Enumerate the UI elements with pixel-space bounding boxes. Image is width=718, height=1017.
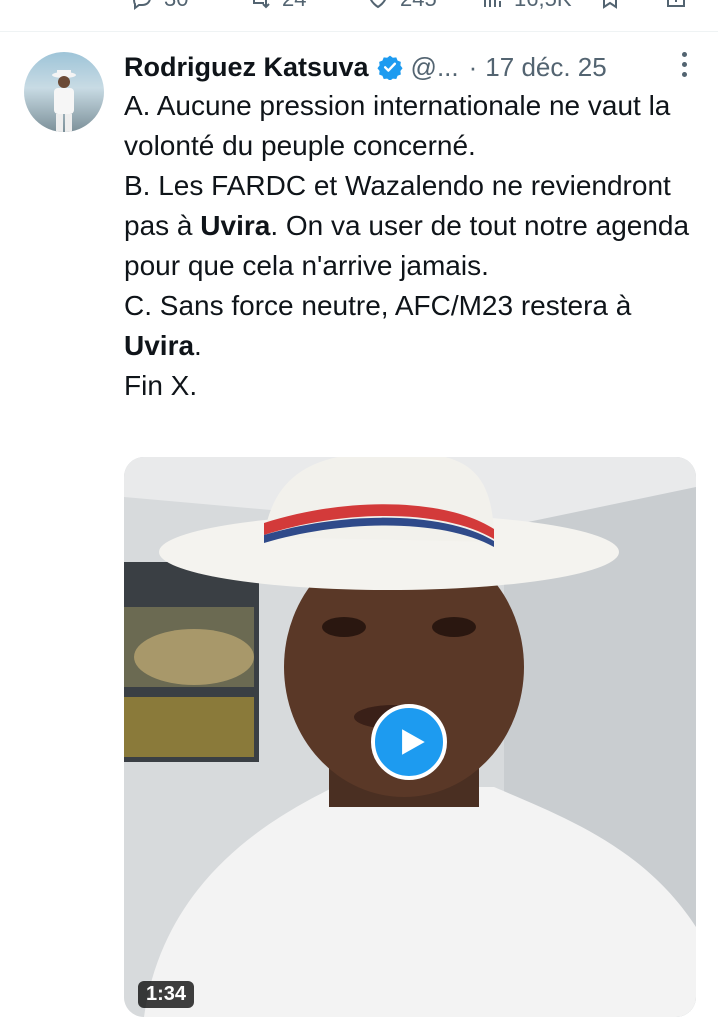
repost-action[interactable]: 24 bbox=[248, 0, 306, 12]
separator: · bbox=[468, 51, 478, 82]
heart-icon bbox=[370, 0, 386, 9]
bookmark-icon bbox=[603, 0, 617, 9]
more-options-icon[interactable] bbox=[680, 52, 688, 82]
play-icon bbox=[402, 729, 425, 755]
play-button[interactable] bbox=[371, 704, 447, 780]
avatar[interactable] bbox=[24, 52, 104, 132]
bookmark-action[interactable] bbox=[598, 0, 622, 10]
line-b: B. Les FARDC et Wazalendo ne reviendront… bbox=[124, 170, 690, 281]
line-a: A. Aucune pression internationale ne vau… bbox=[124, 90, 671, 161]
like-action[interactable]: 245 bbox=[366, 0, 437, 12]
reply-action[interactable]: 30 bbox=[130, 0, 188, 12]
video-player[interactable]: 1:34 bbox=[124, 457, 696, 1017]
like-count: 245 bbox=[400, 0, 437, 12]
hashtag-uvira-2: Uvira bbox=[124, 330, 195, 361]
repost-icon bbox=[253, 0, 270, 9]
avatar-person bbox=[52, 70, 76, 132]
tweet[interactable]: Rodriguez Katsuva @... · 17 déc. 25 A. A… bbox=[0, 32, 718, 1017]
reply-icon bbox=[133, 0, 151, 10]
hashtag-uvira: Uvira bbox=[200, 210, 271, 241]
line-end: Fin X. bbox=[124, 370, 198, 401]
author-handle[interactable]: @... bbox=[411, 52, 459, 83]
repost-count: 24 bbox=[282, 0, 306, 12]
views-action[interactable]: 16,5K bbox=[480, 0, 572, 12]
previous-tweet-actions: 30 24 245 16,5K bbox=[0, 0, 718, 30]
author-name[interactable]: Rodriguez Katsuva bbox=[124, 52, 369, 83]
views-count: 16,5K bbox=[514, 0, 572, 12]
views-icon bbox=[484, 0, 501, 7]
tweet-text: A. Aucune pression internationale ne vau… bbox=[124, 86, 704, 406]
line-c: C. Sans force neutre, AFC/M23 restera à … bbox=[124, 290, 632, 361]
video-duration: 1:34 bbox=[138, 981, 195, 1008]
tweet-header: Rodriguez Katsuva @... · 17 déc. 25 bbox=[124, 48, 607, 86]
share-action[interactable] bbox=[664, 0, 688, 10]
tweet-date[interactable]: 17 déc. 25 bbox=[485, 52, 606, 83]
share-icon bbox=[667, 0, 685, 7]
verified-badge-icon bbox=[376, 55, 403, 80]
reply-count: 30 bbox=[164, 0, 188, 12]
